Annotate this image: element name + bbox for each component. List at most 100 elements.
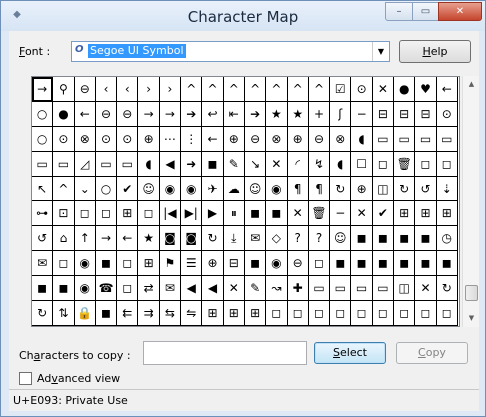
- scroll-up-button[interactable]: ▲: [463, 76, 480, 93]
- character-cell[interactable]: ⊖: [308, 126, 331, 152]
- character-cell[interactable]: ▭: [308, 276, 331, 302]
- character-cell[interactable]: ¶: [287, 176, 309, 202]
- character-cell[interactable]: ⊙: [436, 101, 458, 127]
- character-cell[interactable]: ⊗: [74, 126, 96, 152]
- character-cell[interactable]: ⤓: [223, 226, 245, 252]
- character-cell[interactable]: ✉: [159, 276, 182, 302]
- character-cell[interactable]: ▭: [330, 276, 352, 302]
- character-cell[interactable]: ^: [53, 176, 75, 202]
- character-cell[interactable]: ◼: [32, 276, 54, 302]
- character-cell[interactable]: ◻: [95, 201, 118, 227]
- character-cell[interactable]: ⇄: [138, 276, 160, 302]
- character-cell[interactable]: ?: [287, 226, 309, 252]
- character-cell[interactable]: ⊞: [436, 201, 458, 227]
- character-cell[interactable]: ⊕: [223, 126, 245, 152]
- character-cell[interactable]: ⇤: [223, 101, 245, 127]
- character-cell[interactable]: ◉: [266, 251, 288, 277]
- character-cell[interactable]: ↯: [308, 151, 331, 177]
- character-cell[interactable]: ◻: [436, 301, 458, 326]
- character-cell[interactable]: ⊙: [351, 77, 373, 102]
- character-cell[interactable]: ⊙: [117, 126, 139, 152]
- character-cell[interactable]: ◙: [159, 226, 182, 252]
- character-cell[interactable]: ☺: [244, 176, 267, 202]
- character-cell[interactable]: ◻: [394, 301, 416, 326]
- character-cell[interactable]: ☺: [138, 176, 160, 202]
- character-cell[interactable]: ◼: [436, 251, 458, 277]
- character-cell[interactable]: ✉: [32, 251, 54, 277]
- character-cell[interactable]: ☺: [330, 226, 352, 252]
- character-cell[interactable]: ◻: [415, 301, 437, 326]
- select-button[interactable]: Select: [314, 342, 386, 364]
- character-cell[interactable]: ⊙: [95, 126, 118, 152]
- character-cell[interactable]: ⇉: [138, 301, 160, 326]
- character-cell[interactable]: ✚: [287, 276, 309, 302]
- character-cell[interactable]: ◀: [181, 276, 203, 302]
- character-cell[interactable]: ↻: [202, 226, 224, 252]
- character-cell[interactable]: ⊞: [415, 201, 437, 227]
- character-cell[interactable]: ◼: [202, 151, 224, 177]
- character-cell[interactable]: ^: [244, 77, 267, 102]
- character-cell[interactable]: ↻: [394, 176, 416, 202]
- character-cell[interactable]: ✕: [287, 201, 309, 227]
- character-cell[interactable]: ◻: [436, 151, 458, 177]
- minimize-button[interactable]: –: [385, 2, 413, 21]
- character-cell[interactable]: ▭: [53, 151, 75, 177]
- character-cell[interactable]: 🔒: [74, 301, 96, 326]
- character-cell[interactable]: ◼: [266, 201, 288, 227]
- scroll-thumb[interactable]: [465, 285, 478, 301]
- character-cell[interactable]: ◫: [372, 176, 395, 202]
- character-cell[interactable]: 🗑: [308, 201, 331, 227]
- character-cell[interactable]: ▭: [415, 126, 437, 152]
- character-cell[interactable]: ✕: [372, 77, 395, 102]
- character-cell[interactable]: ☁: [223, 176, 245, 202]
- character-cell[interactable]: ^: [266, 77, 288, 102]
- character-cell[interactable]: ◿: [74, 151, 96, 177]
- character-cell[interactable]: ◉: [74, 276, 96, 302]
- character-cell[interactable]: ◻: [53, 251, 75, 277]
- character-cell[interactable]: ⊞: [244, 301, 267, 326]
- character-cell[interactable]: ★: [266, 101, 288, 127]
- advanced-view-option[interactable]: Advanced view: [19, 372, 120, 385]
- character-cell[interactable]: ➜: [181, 151, 203, 177]
- character-cell[interactable]: ⊗: [330, 126, 352, 152]
- character-cell[interactable]: ◻: [266, 301, 288, 326]
- character-cell[interactable]: ⇋: [181, 301, 203, 326]
- character-cell[interactable]: ‹: [95, 77, 118, 102]
- character-cell[interactable]: −: [351, 101, 373, 127]
- character-cell[interactable]: ★: [287, 101, 309, 127]
- character-cell[interactable]: ⊟: [372, 101, 395, 127]
- character-cell[interactable]: ?: [308, 226, 331, 252]
- character-cell[interactable]: ◇: [266, 226, 288, 252]
- character-cell[interactable]: ▭: [117, 151, 139, 177]
- character-cell[interactable]: ◀: [159, 151, 182, 177]
- character-cell[interactable]: ↖: [32, 176, 54, 202]
- character-cell[interactable]: ⊞: [394, 201, 416, 227]
- character-cell[interactable]: ↝: [266, 276, 288, 302]
- character-cell[interactable]: ⊖: [287, 251, 309, 277]
- character-cell[interactable]: ◉: [159, 176, 182, 202]
- character-cell[interactable]: ¶: [308, 176, 331, 202]
- character-cell[interactable]: ▶: [202, 201, 224, 227]
- character-cell[interactable]: ‹: [117, 77, 139, 102]
- character-cell[interactable]: ←: [436, 77, 458, 102]
- character-cell[interactable]: ✕: [266, 151, 288, 177]
- character-cell[interactable]: ⚲: [53, 77, 75, 102]
- character-cell[interactable]: ✎: [244, 276, 267, 302]
- character-cell[interactable]: ⊙: [53, 126, 75, 152]
- character-cell[interactable]: ◷: [436, 226, 458, 252]
- character-cell[interactable]: ◼: [415, 251, 437, 277]
- character-cell[interactable]: ⊕: [202, 251, 224, 277]
- character-cell[interactable]: ◼: [372, 251, 395, 277]
- chevron-down-icon[interactable]: ▼: [372, 42, 389, 61]
- character-cell[interactable]: +: [308, 101, 331, 127]
- character-cell[interactable]: ☑: [330, 77, 352, 102]
- character-cell[interactable]: ◼: [330, 251, 352, 277]
- character-cell[interactable]: ←: [74, 101, 96, 127]
- character-cell[interactable]: ◻: [287, 301, 309, 326]
- character-cell[interactable]: ◜: [287, 151, 309, 177]
- character-cell[interactable]: ⌄: [74, 176, 96, 202]
- character-cell[interactable]: ⊶: [32, 201, 54, 227]
- character-cell[interactable]: ↻: [436, 276, 458, 302]
- character-cell[interactable]: ▭: [394, 126, 416, 152]
- character-cell[interactable]: ^: [287, 77, 309, 102]
